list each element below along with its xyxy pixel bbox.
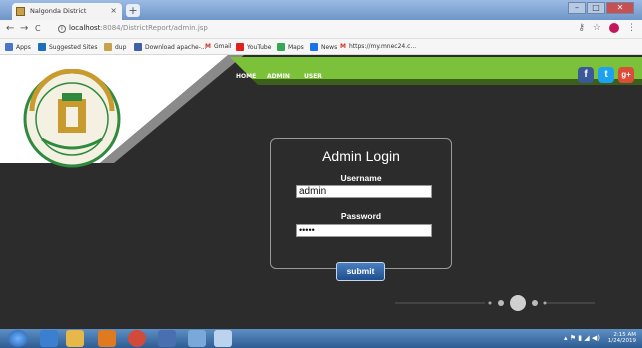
app-icon[interactable] (188, 330, 206, 347)
windows-taskbar: ▴ ⚑ ▮ ◢ ◀) 2:15 AM 1/24/2019 (0, 329, 642, 348)
browser-tab[interactable]: Nalgonda District × (12, 3, 122, 20)
bing-icon (38, 43, 46, 51)
window-controls: – □ ✕ (568, 2, 634, 14)
nav-user-link[interactable]: USER (304, 73, 322, 80)
nav-admin-link[interactable]: ADMIN (267, 73, 290, 80)
maps-icon (277, 43, 285, 51)
bookmark-apps[interactable]: Apps (5, 43, 31, 51)
system-clock[interactable]: 2:15 AM 1/24/2019 (608, 332, 636, 344)
app-icon[interactable] (158, 330, 176, 347)
key-icon[interactable]: ⚷ (578, 23, 585, 33)
new-tab-button[interactable]: + (126, 4, 140, 17)
address-bar: ← → C i localhost:8084/DistrictReport/adm… (0, 20, 642, 39)
browser-titlebar: Nalgonda District × + – □ ✕ (0, 0, 642, 20)
decorative-slider-dots (395, 295, 595, 311)
password-input[interactable]: ••••• (296, 224, 432, 237)
gmail-icon: M (205, 43, 211, 50)
tab-close-icon[interactable]: × (110, 6, 117, 15)
login-title: Admin Login (322, 148, 400, 164)
info-icon[interactable]: i (58, 25, 66, 33)
page-icon (134, 43, 142, 51)
password-label: Password (340, 211, 382, 221)
tab-title: Nalgonda District (30, 7, 87, 15)
bookmark-suggested-sites[interactable]: Suggested Sites (38, 43, 97, 51)
telangana-emblem-logo (23, 69, 121, 168)
minimize-button[interactable]: – (568, 2, 586, 14)
ie-icon[interactable] (40, 330, 58, 347)
back-button[interactable]: ← (6, 23, 14, 34)
admin-login-form: Admin Login Username admin Password ••••… (270, 138, 452, 269)
close-window-button[interactable]: ✕ (606, 2, 634, 14)
username-label: Username (340, 173, 382, 183)
bookmark-news[interactable]: News (310, 43, 337, 51)
top-nav: HOME ADMIN USER f t g+ (216, 61, 642, 83)
twitter-icon[interactable]: t (598, 67, 614, 83)
youtube-icon (236, 43, 244, 51)
apps-grid-icon (5, 43, 13, 51)
gmail-icon: M (340, 43, 346, 50)
chrome-icon[interactable] (128, 330, 146, 347)
tab-favicon-icon (16, 7, 25, 16)
app-icon[interactable] (214, 330, 232, 347)
start-button[interactable] (8, 330, 28, 347)
profile-avatar[interactable] (609, 23, 619, 33)
menu-kebab-icon[interactable]: ⋮ (627, 23, 636, 33)
bookmark-mnec[interactable]: Mhttps://my.mnec24.c... (340, 43, 416, 50)
star-icon[interactable]: ☆ (593, 23, 601, 33)
page-content: HOME ADMIN USER f t g+ Admin Login Usern… (0, 55, 642, 329)
forward-button[interactable]: → (20, 23, 28, 34)
bookmark-gmail[interactable]: M Gmail (205, 43, 232, 50)
nav-home-link[interactable]: HOME (236, 73, 256, 80)
reload-button[interactable]: C (35, 24, 41, 33)
explorer-icon[interactable] (66, 330, 84, 347)
address-bar-actions: ⚷ ☆ ⋮ (578, 23, 636, 33)
bookmark-maps[interactable]: Maps (277, 43, 304, 51)
bookmark-youtube[interactable]: YouTube (236, 43, 271, 51)
media-player-icon[interactable] (98, 330, 116, 347)
username-input[interactable]: admin (296, 185, 432, 198)
google-plus-icon[interactable]: g+ (618, 67, 634, 83)
news-icon (310, 43, 318, 51)
page-icon (104, 43, 112, 51)
facebook-icon[interactable]: f (578, 67, 594, 83)
system-tray-icons[interactable]: ▴ ⚑ ▮ ◢ ◀) (564, 334, 600, 342)
bookmark-dup[interactable]: dup (104, 43, 126, 51)
bookmark-download-apache[interactable]: Download apache-... (134, 43, 207, 51)
submit-button[interactable]: submit (336, 262, 385, 281)
maximize-button[interactable]: □ (587, 2, 605, 14)
url-field[interactable]: i localhost:8084/DistrictReport/admin.jsp (58, 24, 208, 33)
bookmarks-bar: Apps Suggested Sites dup Download apache… (0, 39, 642, 55)
